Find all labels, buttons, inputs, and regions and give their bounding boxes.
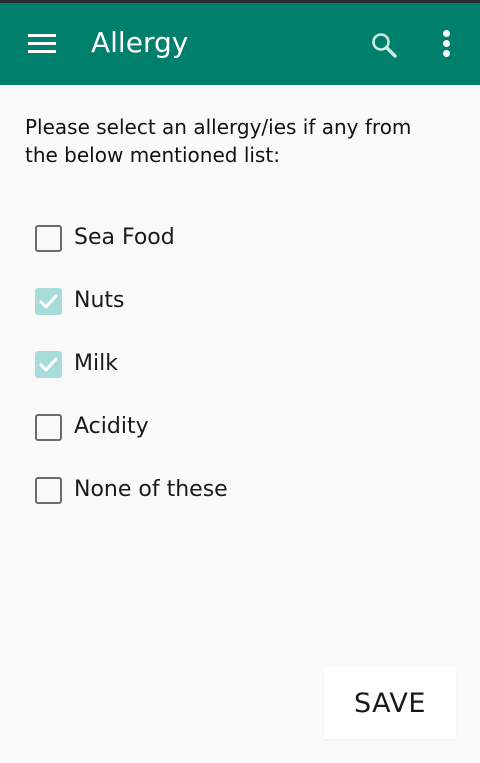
option-label: None of these <box>74 477 228 502</box>
option-acidity[interactable]: Acidity <box>30 399 450 455</box>
instruction-text: Please select an allergy/ies if any from… <box>25 115 412 167</box>
option-milk[interactable]: Milk <box>30 336 450 392</box>
checkmark-icon <box>39 357 58 371</box>
option-label: Milk <box>74 351 118 376</box>
page-title: Allergy <box>91 26 189 59</box>
checkmark-icon <box>39 294 58 308</box>
option-sea-food[interactable]: Sea Food <box>30 210 450 266</box>
option-none-of-these[interactable]: None of these <box>30 462 450 518</box>
search-icon[interactable] <box>370 31 398 59</box>
menu-icon[interactable] <box>28 32 56 54</box>
option-label: Sea Food <box>74 225 175 250</box>
checkbox[interactable] <box>35 287 62 315</box>
app-bar: Allergy <box>0 3 480 85</box>
overflow-menu-icon[interactable] <box>440 29 454 59</box>
option-nuts[interactable]: Nuts <box>30 273 450 329</box>
save-button[interactable]: SAVE <box>324 667 456 739</box>
checkbox[interactable] <box>35 413 62 441</box>
checkbox[interactable] <box>35 224 62 252</box>
option-label: Acidity <box>74 414 149 439</box>
option-label: Nuts <box>74 288 125 313</box>
checkbox[interactable] <box>35 476 62 504</box>
checkbox[interactable] <box>35 350 62 378</box>
